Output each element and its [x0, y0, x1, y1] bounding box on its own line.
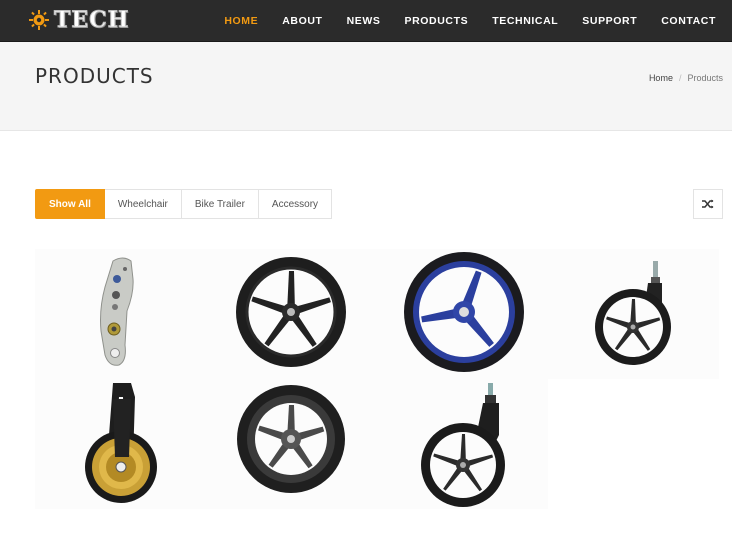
breadcrumb-home-link[interactable]: Home: [649, 73, 673, 83]
filter-accessory[interactable]: Accessory: [258, 189, 333, 219]
nav-item-support[interactable]: SUPPORT: [582, 15, 637, 27]
caster-wheel-with-stem-image: [595, 261, 671, 365]
product-item[interactable]: [377, 379, 548, 509]
shuffle-icon: [702, 199, 714, 209]
page-title: PRODUCTS: [35, 64, 154, 88]
gold-caster-with-fork-image: [85, 383, 157, 503]
nav-item-home[interactable]: HOME: [224, 15, 258, 27]
breadcrumb-current: Products: [687, 73, 723, 83]
top-navbar: TECH HOME ABOUT NEWS PRODUCTS TECHNICAL …: [0, 0, 732, 42]
product-item[interactable]: [206, 379, 377, 509]
bracket-plate-image: [100, 257, 134, 366]
product-item[interactable]: [548, 249, 719, 379]
gray-5-spoke-wheel-image: [237, 385, 345, 493]
nav-item-about[interactable]: ABOUT: [282, 15, 322, 27]
product-item[interactable]: [35, 249, 206, 379]
filter-show-all[interactable]: Show All: [35, 189, 105, 219]
brand-name: TECH: [53, 7, 130, 34]
main-nav: HOME ABOUT NEWS PRODUCTS TECHNICAL SUPPO…: [200, 0, 716, 41]
black-5-spoke-wheel-image: [236, 257, 346, 367]
breadcrumb: Home / Products: [649, 73, 723, 83]
brand-logo[interactable]: TECH: [28, 6, 129, 34]
product-item[interactable]: [206, 249, 377, 379]
product-filter-tabs: Show All Wheelchair Bike Trailer Accesso…: [35, 189, 333, 219]
nav-item-technical[interactable]: TECHNICAL: [492, 15, 558, 27]
product-item[interactable]: [35, 379, 206, 509]
nav-item-contact[interactable]: CONTACT: [661, 15, 716, 27]
filter-wheelchair[interactable]: Wheelchair: [104, 189, 182, 219]
shuffle-button[interactable]: [693, 189, 723, 219]
nav-item-news[interactable]: NEWS: [347, 15, 381, 27]
product-item[interactable]: [377, 249, 548, 379]
page-header: PRODUCTS Home / Products: [0, 42, 732, 131]
breadcrumb-separator: /: [678, 73, 682, 83]
sun-gear-icon: [29, 10, 49, 30]
caster-wheel-black-image: [421, 383, 505, 507]
nav-item-products[interactable]: PRODUCTS: [404, 15, 468, 27]
product-grid: [35, 249, 720, 509]
filter-bike-trailer[interactable]: Bike Trailer: [181, 189, 259, 219]
blue-3-spoke-wheel-image: [404, 252, 524, 372]
